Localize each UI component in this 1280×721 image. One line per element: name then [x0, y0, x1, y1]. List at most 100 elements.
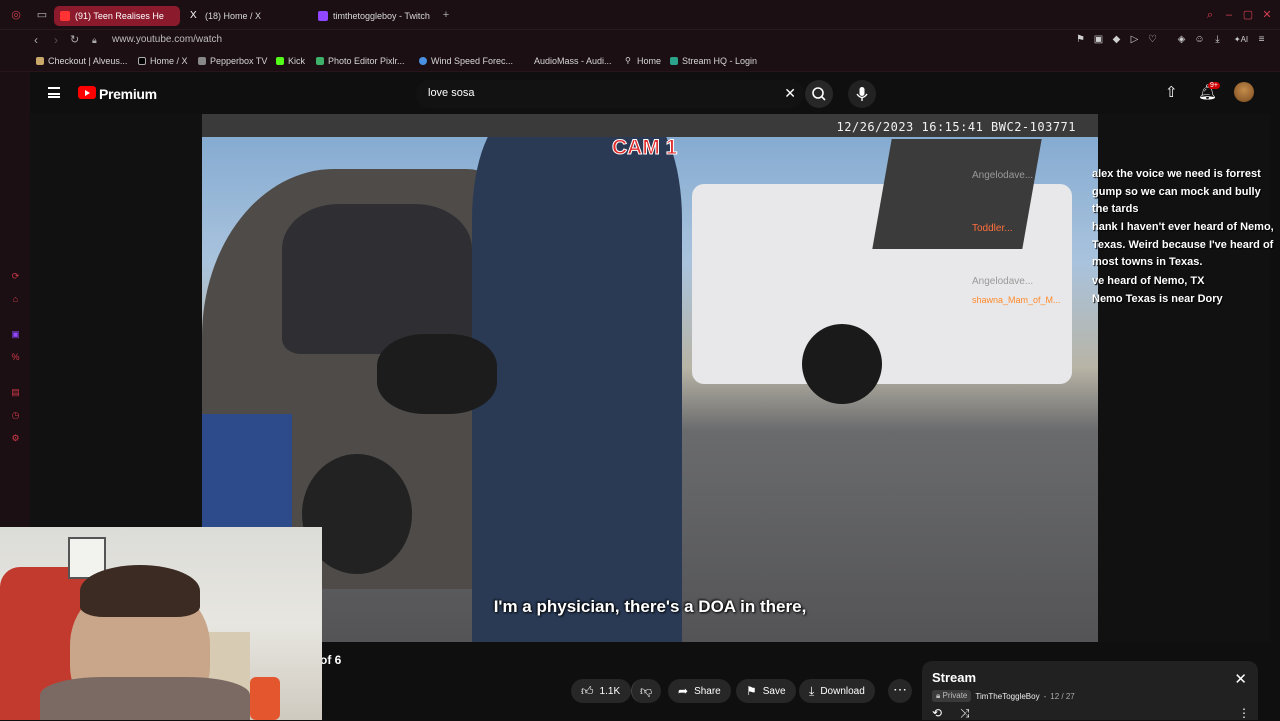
opera-logo-icon[interactable]: ◎ [10, 9, 22, 21]
video-frame[interactable]: 12/26/2023 16:15:41 BWC2-103771 CAM 1 I'… [202, 114, 1098, 642]
ai-icon[interactable]: ✦AI [1231, 34, 1251, 45]
maximize-icon[interactable]: ▢ [1242, 9, 1254, 21]
bookmark-item[interactable]: Photo Editor Pixlr... [316, 56, 405, 66]
shuffle-icon[interactable]: ⤨ [960, 706, 970, 721]
save-button[interactable]: ⚑ Save [736, 679, 796, 703]
settings-icon[interactable]: ⚙ [10, 433, 21, 444]
loop-icon[interactable]: ⟲ [932, 706, 942, 720]
bookmark-item[interactable]: Kick [276, 56, 305, 66]
back-icon[interactable]: ‹ [34, 33, 38, 47]
extensions-icon[interactable]: ◈ [1176, 34, 1187, 45]
minimize-icon[interactable]: – [1223, 9, 1235, 21]
streamer-shirt-shape [40, 677, 250, 720]
x-favicon-icon: X [190, 10, 197, 21]
bookmark-item[interactable]: Stream HQ - Login [670, 56, 757, 66]
profile-icon[interactable]: ☺ [1194, 34, 1205, 45]
episode-count: of 6 [320, 653, 342, 667]
chat-message: most towns in Texas. [1092, 256, 1203, 268]
bookmarks-bar: Checkout | Alveus... Home / X Pepperbox … [0, 52, 1280, 72]
upload-icon[interactable]: ⇧ [1165, 83, 1178, 101]
chat-message: gump so we can mock and bully [1092, 185, 1261, 198]
downloads-icon[interactable]: ⤓ [1212, 34, 1223, 45]
wind-favicon-icon [419, 57, 427, 65]
playlist-position: 12 / 27 [1050, 691, 1075, 701]
microphone-icon [856, 87, 868, 101]
tab-label: timthetoggleboy - Twitch [333, 11, 430, 21]
bookmark-item[interactable]: Home / X [138, 56, 188, 66]
tab-x-home[interactable]: X (18) Home / X [184, 6, 304, 26]
glove-shape [377, 334, 497, 414]
twitch-icon[interactable]: ▣ [10, 329, 21, 340]
dislike-button[interactable]: 👎︎ [631, 679, 661, 703]
menu-icon[interactable]: ≡ [1256, 34, 1267, 45]
chat-message: the tards [1092, 203, 1139, 215]
pixlr-favicon-icon [316, 57, 324, 65]
bookmark-icon[interactable]: ⚑ [1075, 34, 1086, 45]
stream-hq-favicon-icon [670, 57, 678, 65]
bookmark-item[interactable]: Wind Speed Forec... [419, 56, 513, 66]
close-playlist-icon[interactable]: ✕ [1234, 670, 1247, 688]
chat-message: alex the voice we need is forrest [1092, 168, 1261, 180]
bookmark-item[interactable]: Pepperbox TV [198, 56, 267, 66]
red-cup-shape [250, 677, 280, 720]
bodycam-timestamp: 12/26/2023 16:15:41 BWC2-103771 [836, 120, 1076, 134]
suv-window-shape [282, 204, 472, 354]
messenger-icon[interactable]: ⟳ [10, 271, 21, 282]
tab-youtube[interactable]: (91) Teen Realises He [54, 6, 180, 26]
search-input[interactable]: love sosa [428, 87, 474, 99]
url-field[interactable]: www.youtube.com/watch [112, 34, 222, 45]
bookmark-item[interactable]: AudioMass - Audi... [534, 56, 612, 66]
youtube-logo-icon[interactable] [78, 86, 96, 99]
playlist-meta: 🔒︎ Private TimTheToggleBoy - 12 / 27 [932, 690, 1075, 702]
guide-menu-icon[interactable] [48, 87, 60, 98]
chat-username: Toddler... [972, 223, 1013, 234]
playlist-owner[interactable]: TimTheToggleBoy [975, 692, 1039, 701]
more-actions-icon[interactable]: ⋯ [888, 679, 912, 703]
brand-label: Premium [99, 86, 157, 102]
search-button[interactable] [805, 80, 833, 108]
forward-icon[interactable]: › [54, 33, 58, 47]
webcam-overlay [0, 527, 322, 720]
chat-message: ve heard of Nemo, TX [1092, 275, 1205, 287]
cam-label: CAM 1 [611, 136, 678, 160]
bookmark-favicon-icon [198, 57, 206, 65]
snapshot-icon[interactable]: ▣ [1093, 34, 1104, 45]
download-icon: ⤓ [809, 683, 815, 698]
adblock-shield-icon[interactable]: ◆ [1111, 34, 1122, 45]
tab-label: (18) Home / X [205, 11, 262, 21]
bookmark-item[interactable]: ⚲ Home [625, 56, 661, 66]
video-subtitle: I'm a physician, there's a DOA in there, [493, 597, 807, 616]
like-button[interactable]: 👍︎ 1.1K [571, 679, 631, 703]
clear-search-icon[interactable]: ✕ [784, 85, 796, 102]
notification-badge: 9+ [1208, 82, 1220, 89]
playlist-menu-icon[interactable]: ⋮ [1238, 706, 1250, 720]
reload-icon[interactable]: ↻ [70, 33, 79, 46]
address-bar: ‹ › ↻ 🔒︎ www.youtube.com/watch ⚑ ▣ ◆ ▷ ♡… [0, 30, 1280, 52]
truck-wheel-shape [802, 324, 882, 404]
bookmarks-sidebar-icon[interactable]: ▤ [10, 387, 21, 398]
history-icon[interactable]: ◷ [10, 410, 21, 421]
player-icon[interactable]: ▷ [1129, 34, 1140, 45]
workspaces-icon[interactable]: ▭ [36, 9, 48, 21]
avatar[interactable] [1234, 82, 1254, 102]
kick-favicon-icon [276, 57, 284, 65]
search-tabs-icon[interactable]: ⌕ [1204, 9, 1216, 21]
bookmark-item[interactable]: Checkout | Alveus... [36, 56, 127, 66]
new-tab-icon[interactable]: + [440, 9, 452, 21]
tab-label: (91) Teen Realises He [75, 11, 164, 21]
heart-icon[interactable]: ♡ [1147, 34, 1158, 45]
streamer-hair-shape [80, 565, 200, 617]
youtube-masthead: Premium love sosa ✕ ⇧ 🔔︎ 9+ [30, 72, 1270, 114]
search-icon [812, 87, 826, 101]
crypto-wallet-icon[interactable]: ⌂ [10, 294, 21, 305]
voice-search-button[interactable] [848, 80, 876, 108]
search-box[interactable]: love sosa ✕ [416, 80, 804, 108]
share-button[interactable]: ➦ Share [668, 679, 731, 703]
private-badge: 🔒︎ Private [932, 690, 972, 702]
playlist-title[interactable]: Stream [932, 670, 976, 685]
download-button[interactable]: ⤓ Download [799, 679, 875, 703]
pinboard-icon[interactable]: % [10, 352, 21, 363]
chat-message: hank I haven't ever heard of Nemo, [1092, 221, 1274, 233]
close-window-icon[interactable]: ✕ [1261, 9, 1273, 21]
tab-twitch[interactable]: timthetoggleboy - Twitch [312, 6, 440, 26]
